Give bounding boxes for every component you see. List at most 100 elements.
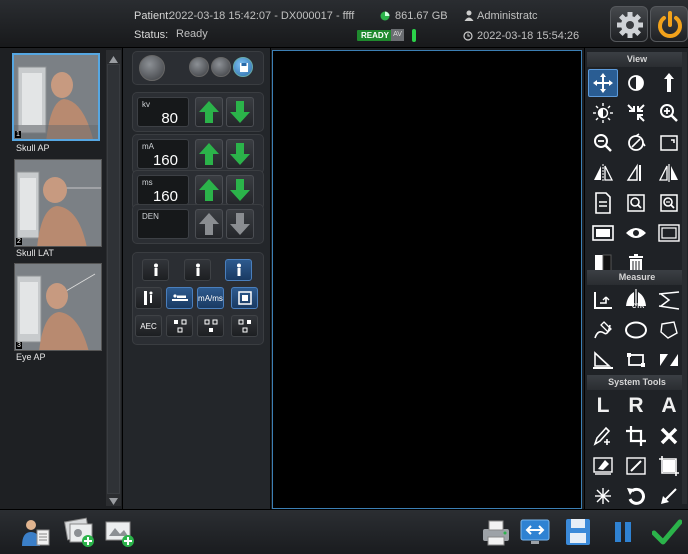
corner-frame-icon	[660, 135, 678, 151]
kv-down-button[interactable]	[226, 97, 254, 127]
aec-button[interactable]: AEC	[135, 315, 162, 337]
kv-field[interactable]: kv 80	[137, 97, 189, 127]
frame-tool[interactable]	[654, 219, 684, 247]
confirm-button[interactable]	[650, 515, 684, 549]
mirror-measure-tool[interactable]	[654, 346, 684, 374]
zoom-in-tool[interactable]	[654, 99, 684, 127]
zoom-region-tool[interactable]	[654, 189, 684, 217]
patient-list-button[interactable]	[18, 515, 52, 549]
crop-corner-tool[interactable]	[654, 129, 684, 157]
aec-chamber-2-button[interactable]	[197, 315, 224, 337]
floppy-icon	[240, 63, 248, 72]
crop-tool[interactable]	[621, 422, 651, 450]
process-tool[interactable]	[588, 482, 618, 510]
ms-up-button[interactable]	[195, 175, 223, 205]
thumbnail-scrollbar[interactable]	[106, 50, 121, 506]
round-button-2[interactable]	[211, 57, 231, 77]
angle-icon	[594, 292, 612, 309]
den-group: DEN	[132, 204, 264, 244]
add-exam-button[interactable]	[62, 515, 96, 549]
system-tools-title: System Tools	[587, 375, 687, 390]
ms-down-button[interactable]	[226, 175, 254, 205]
ma-up-button[interactable]	[195, 139, 223, 169]
add-view-button[interactable]	[102, 515, 136, 549]
marker-l-button[interactable]: L	[588, 392, 618, 420]
aec-chamber-1-button[interactable]	[166, 315, 193, 337]
ms-field[interactable]: ms 160	[137, 175, 189, 205]
mams-mode-button[interactable]: mA/ms	[197, 287, 224, 309]
arrow-annotation-tool[interactable]	[654, 482, 684, 510]
vertical-move-tool[interactable]	[654, 69, 684, 97]
shutter-tool[interactable]	[588, 219, 618, 247]
marker-r-button[interactable]: R	[621, 392, 651, 420]
ruler-calibration-tool[interactable]	[588, 346, 618, 374]
thumbnail-skull-lat[interactable]: 2	[14, 159, 102, 247]
scroll-down-icon[interactable]	[109, 496, 118, 508]
annotation-text-button[interactable]: A	[654, 392, 684, 420]
magnifier-tool[interactable]	[621, 189, 651, 217]
thumbnail-skull-ap[interactable]: 1	[12, 53, 100, 141]
close-tool[interactable]	[654, 422, 684, 450]
thumbnail-eye-ap[interactable]: 3	[14, 263, 102, 351]
aec-chamber-3-button[interactable]	[231, 315, 258, 337]
ellipse-icon	[625, 321, 647, 339]
add-view-icon	[105, 521, 134, 547]
report-tool[interactable]	[588, 189, 618, 217]
patient-pos-2-button[interactable]	[184, 259, 211, 281]
power-button[interactable]	[650, 6, 688, 42]
save-button[interactable]	[561, 515, 595, 549]
exposure-button[interactable]	[139, 55, 165, 81]
undo-tool[interactable]	[621, 482, 651, 510]
flip-vertical-tool[interactable]	[654, 159, 684, 187]
angle-tool[interactable]	[588, 286, 618, 314]
patient-pos-1-button[interactable]	[142, 259, 169, 281]
den-up-button[interactable]	[195, 209, 223, 239]
patient-value: 2022-03-18 15:42:07 - DX000017 - ffff	[169, 10, 355, 22]
check-icon	[652, 519, 682, 545]
pause-button[interactable]	[606, 515, 640, 549]
eraser-tool[interactable]	[588, 452, 618, 480]
measure-section-title: Measure	[587, 270, 687, 285]
brightness-tool[interactable]	[588, 99, 618, 127]
fit-tool[interactable]	[621, 99, 651, 127]
edit-box-tool[interactable]	[621, 452, 651, 480]
flip-horizontal-tool[interactable]	[588, 159, 618, 187]
show-hide-tool[interactable]	[621, 219, 651, 247]
rotate-free-tool[interactable]	[621, 129, 651, 157]
ellipse-tool[interactable]	[621, 316, 651, 344]
kv-up-button[interactable]	[195, 97, 223, 127]
ma-field[interactable]: mA 160	[137, 139, 189, 169]
distance-tool[interactable]	[621, 346, 651, 374]
contrast-tool[interactable]	[621, 69, 651, 97]
zoom-out-tool[interactable]	[588, 129, 618, 157]
round-button-1[interactable]	[189, 57, 209, 77]
flip-back-tool[interactable]	[621, 159, 651, 187]
ctr-tool[interactable]: CTR	[621, 286, 651, 314]
polygon-tool[interactable]	[654, 316, 684, 344]
crop-region-icon	[659, 456, 679, 476]
tool-scrollbar[interactable]	[682, 52, 687, 504]
add-annotation-tool[interactable]	[588, 422, 618, 450]
ms-value: 160	[152, 188, 178, 205]
aec-field-button[interactable]	[231, 287, 258, 309]
settings-button[interactable]	[610, 6, 648, 42]
freehand-tool[interactable]	[588, 316, 618, 344]
thumbnail-number: 2	[16, 238, 22, 245]
eraser-icon	[593, 457, 613, 475]
den-field[interactable]: DEN	[137, 209, 189, 239]
rotate-free-icon	[628, 133, 646, 151]
save-round-button[interactable]	[233, 57, 253, 77]
den-down-button[interactable]	[226, 209, 254, 239]
cobb-tool[interactable]	[654, 286, 684, 314]
patient-pos-3-button[interactable]	[225, 259, 252, 281]
table-mode-button[interactable]	[166, 287, 193, 309]
crop-region-tool[interactable]	[654, 452, 684, 480]
ma-down-button[interactable]	[226, 139, 254, 169]
stand-mode-button[interactable]	[135, 287, 162, 309]
pan-tool[interactable]	[588, 69, 618, 97]
flip-vertical-icon	[658, 164, 678, 182]
scroll-thumb[interactable]	[107, 64, 120, 494]
send-button[interactable]	[518, 515, 552, 549]
image-viewer[interactable]	[272, 50, 582, 509]
print-button[interactable]	[479, 515, 513, 549]
